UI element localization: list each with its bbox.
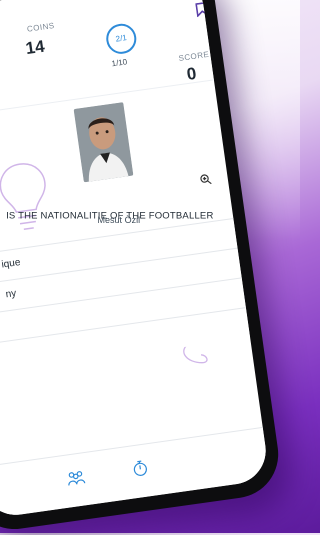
player-portrait-icon	[73, 102, 134, 183]
coins-label: COINS	[26, 21, 56, 34]
zoom-in-icon[interactable]	[199, 173, 213, 187]
player-photo	[73, 102, 134, 183]
round-indicator: 2/1	[104, 21, 139, 56]
players-icon[interactable]	[66, 467, 86, 487]
score-label: SCORE	[177, 49, 210, 63]
lightbulb-sketch-icon	[0, 163, 46, 230]
answer-option-label: ny	[5, 287, 18, 301]
answer-option-label: ique	[0, 257, 22, 271]
game-header: COINS 14 2/1 1/10 SCORE 0	[0, 0, 214, 121]
coins-value: 14	[24, 36, 46, 59]
question-progress: 1/10	[111, 57, 128, 69]
bookmark-icon[interactable]	[195, 1, 209, 18]
player-name: Mesut Özil	[97, 214, 141, 225]
stopwatch-icon[interactable]	[130, 458, 150, 478]
score-value: 0	[185, 63, 198, 84]
